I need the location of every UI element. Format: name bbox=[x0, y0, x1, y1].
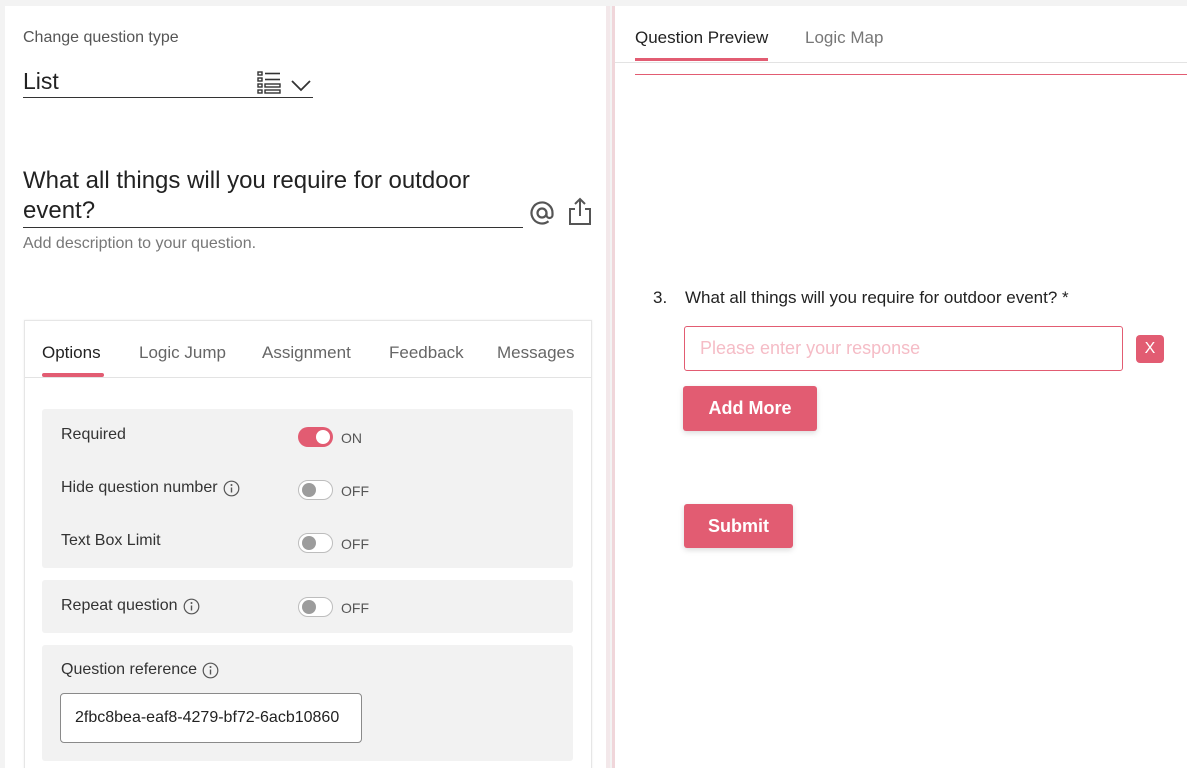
settings-tabs: Options Logic Jump Assignment Feedback M… bbox=[25, 321, 591, 378]
question-type-dropdown[interactable]: List bbox=[23, 66, 313, 98]
question-reference-label: Question reference bbox=[61, 661, 219, 679]
preview-tabs-divider bbox=[615, 62, 1187, 63]
toggle-knob bbox=[302, 536, 316, 550]
preview-question-text: What all things will you require for out… bbox=[685, 288, 1069, 307]
required-toggle[interactable] bbox=[298, 427, 333, 447]
repeat-question-state: OFF bbox=[341, 600, 369, 616]
submit-button[interactable]: Submit bbox=[684, 504, 793, 548]
question-settings-card: Options Logic Jump Assignment Feedback M… bbox=[24, 320, 592, 768]
question-reference-input[interactable]: 2fbc8bea-eaf8-4279-bf72-6acb10860 bbox=[60, 693, 362, 743]
repeat-question-label: Repeat question bbox=[61, 597, 200, 615]
chevron-down-icon[interactable] bbox=[291, 78, 311, 92]
at-mention-icon[interactable] bbox=[529, 200, 555, 226]
change-question-type-label: Change question type bbox=[23, 29, 179, 46]
remove-response-button[interactable]: X bbox=[1136, 335, 1164, 363]
tab-messages[interactable]: Messages bbox=[497, 343, 574, 363]
active-tab-indicator bbox=[42, 373, 104, 377]
app-root: Change question type List What all thing… bbox=[0, 0, 1187, 768]
preview-panel: Question Preview Logic Map 3. What all t… bbox=[615, 6, 1187, 768]
list-icon bbox=[257, 71, 281, 94]
text-box-limit-label: Text Box Limit bbox=[61, 532, 161, 549]
hide-number-toggle[interactable] bbox=[298, 480, 333, 500]
hide-number-state: OFF bbox=[341, 483, 369, 499]
tab-logic-map[interactable]: Logic Map bbox=[805, 28, 883, 48]
question-type-value: List bbox=[23, 68, 59, 94]
text-box-limit-state: OFF bbox=[341, 536, 369, 552]
options-group-reference: Question reference 2fbc8bea-eaf8-4279-bf… bbox=[42, 645, 573, 761]
tab-assignment[interactable]: Assignment bbox=[262, 343, 351, 363]
preview-top-rule bbox=[635, 74, 1187, 75]
info-icon[interactable] bbox=[202, 662, 219, 679]
question-title-text[interactable]: What all things will you require for out… bbox=[23, 166, 503, 227]
toggle-knob bbox=[302, 600, 316, 614]
required-label: Required bbox=[61, 426, 126, 443]
options-group-repeat: Repeat question OFF bbox=[42, 580, 573, 633]
info-icon[interactable] bbox=[183, 598, 200, 615]
text-box-limit-toggle[interactable] bbox=[298, 533, 333, 553]
active-preview-tab-indicator bbox=[635, 58, 768, 61]
question-title-field[interactable]: What all things will you require for out… bbox=[23, 166, 523, 228]
tab-logic-jump[interactable]: Logic Jump bbox=[139, 343, 226, 363]
tab-feedback[interactable]: Feedback bbox=[389, 343, 464, 363]
response-input[interactable]: Please enter your response bbox=[684, 326, 1123, 371]
preview-question-number: 3. bbox=[653, 288, 668, 307]
repeat-question-toggle[interactable] bbox=[298, 597, 333, 617]
share-icon[interactable] bbox=[567, 196, 593, 226]
info-icon[interactable] bbox=[223, 480, 240, 497]
options-group-basic: Required ON Hide question number OFF Tex… bbox=[42, 409, 573, 568]
hide-number-label: Hide question number bbox=[61, 479, 240, 497]
add-more-button[interactable]: Add More bbox=[683, 386, 817, 431]
tab-question-preview[interactable]: Question Preview bbox=[635, 28, 768, 48]
required-state: ON bbox=[341, 430, 362, 446]
toggle-knob bbox=[316, 430, 330, 444]
toggle-knob bbox=[302, 483, 316, 497]
tab-options[interactable]: Options bbox=[42, 343, 101, 363]
question-description-field[interactable]: Add description to your question. bbox=[23, 235, 256, 253]
panel-divider bbox=[606, 6, 610, 768]
question-editor-panel: Change question type List What all thing… bbox=[5, 6, 606, 768]
